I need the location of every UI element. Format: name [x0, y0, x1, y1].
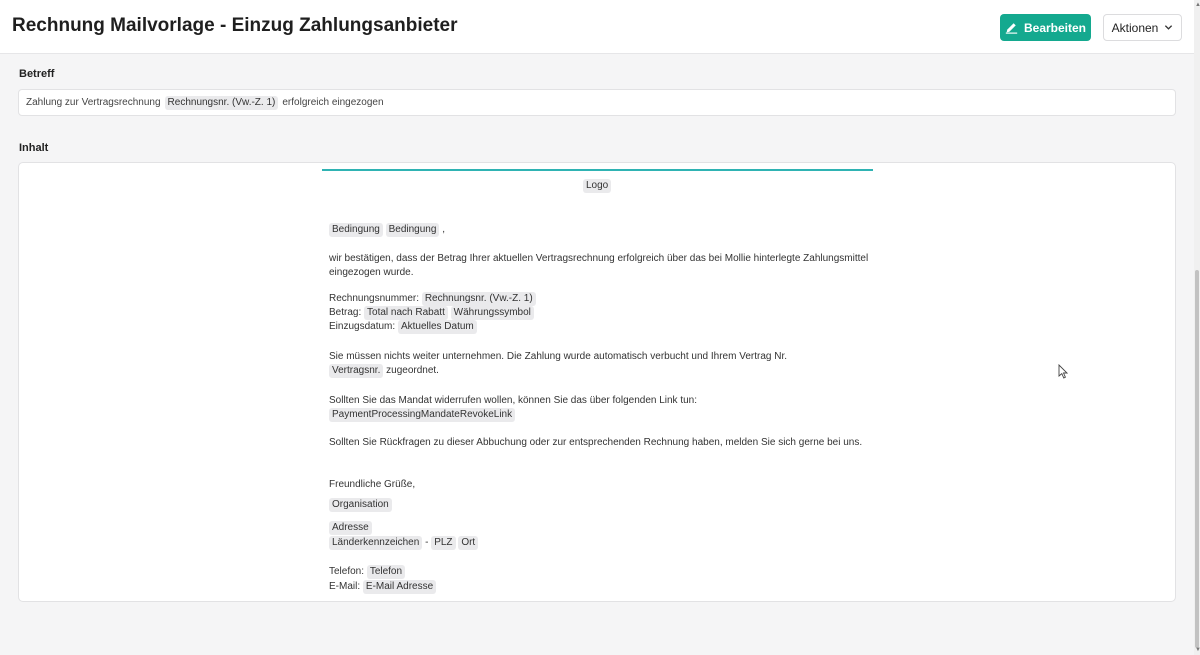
page-header: Rechnung Mailvorlage - Einzug Zahlungsan… — [0, 0, 1194, 54]
amount-label: Betrag: — [329, 307, 362, 318]
mouse-cursor-icon — [1058, 364, 1068, 379]
amount-line: Betrag: Total nach Rabatt Währungssymbol — [329, 306, 869, 320]
email-line: E-Mail: E-Mail Adresse — [329, 580, 869, 594]
collection-date-tag: Aktuelles Datum — [397, 320, 477, 334]
booked-paragraph: Sie müssen nichts weiter unternehmen. Di… — [329, 350, 869, 378]
phone-line: Telefon: Telefon — [329, 565, 869, 579]
dash-separator: - — [425, 537, 429, 548]
invoice-number-line: Rechnungsnummer: Rechnungsnr. (Vw.-Z. 1) — [329, 292, 869, 306]
closing-text: Freundliche Grüße, — [329, 479, 416, 490]
subject-field[interactable]: Zahlung zur Vertragsrechnung Rechnungsnr… — [18, 89, 1176, 116]
pencil-icon — [1005, 23, 1018, 34]
invoice-number-label: Rechnungsnummer: — [329, 293, 420, 304]
zip-tag: PLZ — [431, 536, 456, 550]
salutation-comma: , — [442, 224, 445, 235]
address-tag: Adresse — [329, 521, 372, 535]
organisation-line: Organisation — [329, 498, 869, 512]
intro-paragraph: wir bestätigen, dass der Betrag Ihrer ak… — [329, 253, 869, 278]
booked-text: Sie müssen nichts weiter unternehmen. Di… — [329, 351, 788, 362]
salutation-tag-2: Bedingung — [385, 223, 440, 237]
edit-button[interactable]: Bearbeiten — [1000, 14, 1091, 41]
city-tag: Ort — [458, 536, 479, 550]
subject-text-before: Zahlung zur Vertragsrechnung — [26, 97, 161, 108]
amount-tag: Total nach Rabatt — [364, 306, 448, 320]
subject-placeholder-tag: Rechnungsnr. (Vw.-Z. 1) — [164, 95, 279, 110]
content-label: Inhalt — [19, 142, 49, 154]
actions-dropdown[interactable]: Aktionen — [1103, 14, 1182, 41]
logo-placeholder-tag: Logo — [583, 179, 612, 193]
header-divider — [322, 169, 873, 171]
chevron-down-icon — [1165, 25, 1173, 30]
country-zip-city-line: Länderkennzeichen - PLZ Ort — [329, 536, 869, 550]
revoke-text: Sollten Sie das Mandat widerrufen wollen… — [329, 395, 698, 406]
country-code-tag: Länderkennzeichen — [329, 536, 423, 550]
phone-tag: Telefon — [366, 565, 406, 579]
collection-date-label: Einzugsdatum: — [329, 321, 396, 332]
address-line: Adresse — [329, 521, 869, 535]
organisation-tag: Organisation — [329, 498, 392, 512]
collection-date-line: Einzugsdatum: Aktuelles Datum — [329, 320, 869, 334]
invoice-number-tag: Rechnungsnr. (Vw.-Z. 1) — [421, 292, 536, 306]
email-label: E-Mail: — [329, 581, 361, 592]
email-tag: E-Mail Adresse — [362, 580, 437, 594]
contract-line: Vertragsnr. zugeordnet. — [329, 364, 869, 378]
subject-text-after: erfolgreich eingezogen — [282, 97, 384, 108]
scrollbar-thumb[interactable] — [1195, 270, 1199, 648]
salutation-line: Bedingung Bedingung , — [329, 223, 869, 237]
revoke-link-tag: PaymentProcessingMandateRevokeLink — [329, 408, 516, 422]
scroll-up-icon[interactable]: ▲ — [1195, 2, 1200, 8]
actions-label: Aktionen — [1111, 20, 1159, 35]
edit-button-label: Bearbeiten — [1023, 20, 1087, 35]
salutation-tag-1: Bedingung — [329, 223, 383, 237]
scroll-down-icon[interactable]: ▼ — [1195, 647, 1200, 653]
revoke-paragraph: Sollten Sie das Mandat widerrufen wollen… — [329, 394, 869, 422]
phone-label: Telefon: — [329, 566, 365, 577]
page-title: Rechnung Mailvorlage - Einzug Zahlungsan… — [12, 15, 458, 36]
contract-number-tag: Vertragsnr. — [329, 364, 384, 378]
currency-tag: Währungssymbol — [450, 306, 534, 320]
questions-paragraph: Sollten Sie Rückfragen zu dieser Abbuchu… — [329, 437, 863, 448]
subject-label: Betreff — [19, 68, 55, 80]
assigned-text: zugeordnet. — [386, 365, 439, 376]
